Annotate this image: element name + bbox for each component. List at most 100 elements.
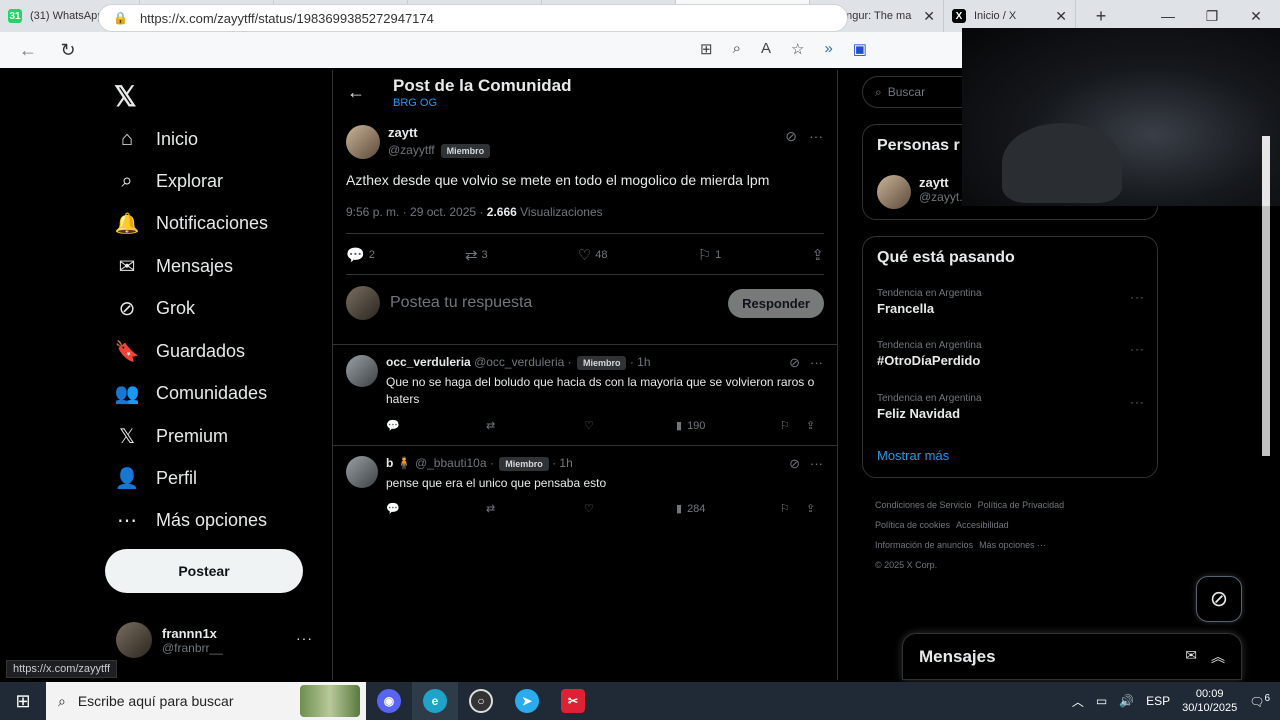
footer-link[interactable]: Política de cookies (875, 520, 950, 530)
messages-drawer[interactable]: Mensajes ✉ ︽ (902, 633, 1242, 680)
nav-item-notificaciones[interactable]: 🔔 Notificaciones (115, 212, 269, 235)
bookmark-button[interactable]: ⚐ 1 (698, 246, 722, 264)
reply-time[interactable]: · 1h (552, 456, 573, 470)
share-button[interactable]: ⇪ (811, 246, 824, 264)
nav-item-mensajes[interactable]: ✉ Mensajes (116, 255, 233, 278)
reply-submit-button[interactable]: Responder (728, 288, 824, 318)
reload-icon[interactable]: ↻ (52, 40, 84, 61)
reply-author-handle[interactable]: @_bbauti10a · (415, 456, 494, 470)
extension-icon[interactable]: » (824, 40, 832, 58)
bookmark-button[interactable]: ⚐ (780, 419, 806, 432)
more-options-icon[interactable]: ··· (1130, 290, 1145, 304)
reply-author-name[interactable]: occ_verduleria (386, 355, 471, 369)
footer-link[interactable]: Más opciones ··· (979, 540, 1046, 550)
grok-icon[interactable]: ⊘ (785, 128, 797, 145)
back-icon[interactable]: ← (12, 40, 44, 61)
clock[interactable]: 00:09 30/10/2025 (1182, 687, 1237, 715)
views-button[interactable]: ▮ 284 (676, 502, 780, 516)
bookmark-button[interactable]: ⚐ (780, 502, 806, 515)
discord-taskbar-icon[interactable]: ◉ (366, 682, 412, 720)
chevron-up-icon[interactable]: ︿ (1072, 693, 1084, 710)
nav-item-premium[interactable]: 𝕏 Premium (116, 425, 228, 448)
avatar[interactable] (346, 125, 380, 159)
windows-start-icon[interactable]: ⊞ (0, 682, 46, 720)
reply-button[interactable]: 💬 (386, 419, 486, 432)
zoom-icon[interactable]: ⌕ (733, 40, 741, 58)
footer-link[interactable]: Condiciones de Servicio (875, 500, 972, 510)
reply-button[interactable]: 💬 2 (346, 246, 375, 264)
network-icon[interactable]: ▭ (1096, 694, 1107, 708)
like-button[interactable]: ♡ 48 (578, 246, 608, 264)
like-button[interactable]: ♡ (584, 419, 676, 432)
grok-fab-icon[interactable]: ⊘ (1196, 576, 1242, 622)
post-button[interactable]: Postear (105, 549, 303, 593)
grok-icon[interactable]: ⊘ (789, 456, 800, 472)
footer-link[interactable]: © 2025 X Corp. (875, 560, 937, 570)
reply-button[interactable]: 💬 (386, 502, 486, 515)
more-icon[interactable]: ··· (296, 630, 313, 646)
volume-icon[interactable]: 🔊 (1119, 694, 1134, 708)
x-logo-icon[interactable]: 𝕏 (114, 80, 137, 113)
language-indicator[interactable]: ESP (1146, 694, 1170, 708)
reply-post[interactable]: b 🧍 @_bbauti10a · Miembro · 1h ⊘ ··· pens… (333, 445, 837, 528)
trend-item[interactable]: Tendencia en Argentina #OtroDíaPerdido ··· (877, 340, 1145, 368)
edge-taskbar-icon[interactable]: e (412, 682, 458, 720)
nav-item-m-s-opciones[interactable]: ⋯ Más opciones (116, 509, 267, 532)
telegram-taskbar-icon[interactable]: ➤ (504, 682, 550, 720)
close-icon[interactable]: ✕ (923, 8, 935, 25)
url-bar[interactable]: 🔒 https://x.com/zayytff/status/198369938… (98, 4, 848, 32)
more-options-icon[interactable]: ··· (810, 355, 823, 371)
nav-item-explorar[interactable]: ⌕ Explorar (116, 170, 223, 192)
read-aloud-icon[interactable]: A (761, 40, 771, 58)
footer-link[interactable]: Información de anuncios (875, 540, 973, 550)
more-options-icon[interactable]: ··· (1130, 342, 1145, 356)
show-more-link[interactable]: Mostrar más (877, 448, 949, 463)
extension-2-icon[interactable]: ▣ (853, 40, 867, 58)
trend-item[interactable]: Tendencia en Argentina Francella ··· (877, 288, 1145, 316)
nav-item-inicio[interactable]: ⌂ Inicio (116, 128, 198, 150)
apps-icon[interactable]: ⊞ (700, 40, 713, 58)
reply-author-handle[interactable]: @occ_verduleria · (474, 355, 572, 369)
nav-item-comunidades[interactable]: 👥 Comunidades (115, 382, 268, 405)
avatar[interactable] (346, 355, 378, 387)
like-button[interactable]: ♡ (584, 502, 676, 515)
repost-button[interactable]: ⇄ (486, 502, 584, 515)
back-arrow-icon[interactable]: ← (347, 82, 365, 103)
more-options-icon[interactable]: ··· (809, 128, 823, 145)
repost-button[interactable]: ⇄ 3 (465, 246, 488, 264)
more-options-icon[interactable]: ··· (1130, 395, 1145, 409)
views-button[interactable]: ▮ 190 (676, 419, 780, 433)
expand-icon[interactable]: ︽ (1211, 647, 1225, 667)
taskbar-search[interactable]: ⌕ Escribe aquí para buscar (46, 682, 366, 720)
share-button[interactable]: ⇪ (806, 419, 815, 432)
nav-item-grok[interactable]: ⊘ Grok (116, 297, 195, 320)
notification-icon[interactable]: 🗨6 (1249, 693, 1270, 709)
reply-input[interactable]: Postea tu respuesta (390, 294, 728, 312)
favorite-star-icon[interactable]: ☆ (791, 40, 804, 58)
post-timestamp[interactable]: 9:56 p. m. · 29 oct. 2025 · (346, 205, 483, 219)
reply-author-name[interactable]: b 🧍 (386, 456, 412, 470)
more-options-icon[interactable]: ··· (810, 456, 823, 472)
new-message-icon[interactable]: ✉ (1185, 647, 1197, 667)
footer-link[interactable]: Política de Privacidad (978, 500, 1065, 510)
community-link[interactable]: BRG OG (393, 97, 437, 109)
avatar[interactable] (346, 456, 378, 488)
grok-icon[interactable]: ⊘ (789, 355, 800, 371)
suggested-person[interactable]: zaytt @zayyt... (877, 175, 969, 209)
trend-item[interactable]: Tendencia en Argentina Feliz Navidad ··· (877, 393, 1145, 421)
repost-button[interactable]: ⇄ (486, 419, 584, 432)
footer-link[interactable]: Accesibilidad (956, 520, 1009, 530)
scrollbar-thumb[interactable] (1262, 206, 1270, 456)
account-switcher[interactable]: frannn1x @franbrr__ ··· (116, 622, 312, 658)
nav-item-perfil[interactable]: 👤 Perfil (115, 467, 197, 490)
post-author-name[interactable]: zaytt (388, 125, 490, 140)
reply-post[interactable]: occ_verduleria @occ_verduleria · Miembro… (333, 344, 837, 445)
obs-taskbar-icon[interactable]: ○ (458, 682, 504, 720)
share-button[interactable]: ⇪ (806, 502, 815, 515)
new-tab-icon[interactable]: + (1086, 6, 1116, 27)
nav-item-guardados[interactable]: 🔖 Guardados (115, 340, 246, 363)
post-author-handle[interactable]: @zayytff (388, 143, 435, 157)
app-taskbar-icon[interactable]: ✂ (550, 682, 596, 720)
reply-time[interactable]: · 1h (630, 355, 651, 369)
close-icon[interactable]: ✕ (1055, 8, 1067, 25)
